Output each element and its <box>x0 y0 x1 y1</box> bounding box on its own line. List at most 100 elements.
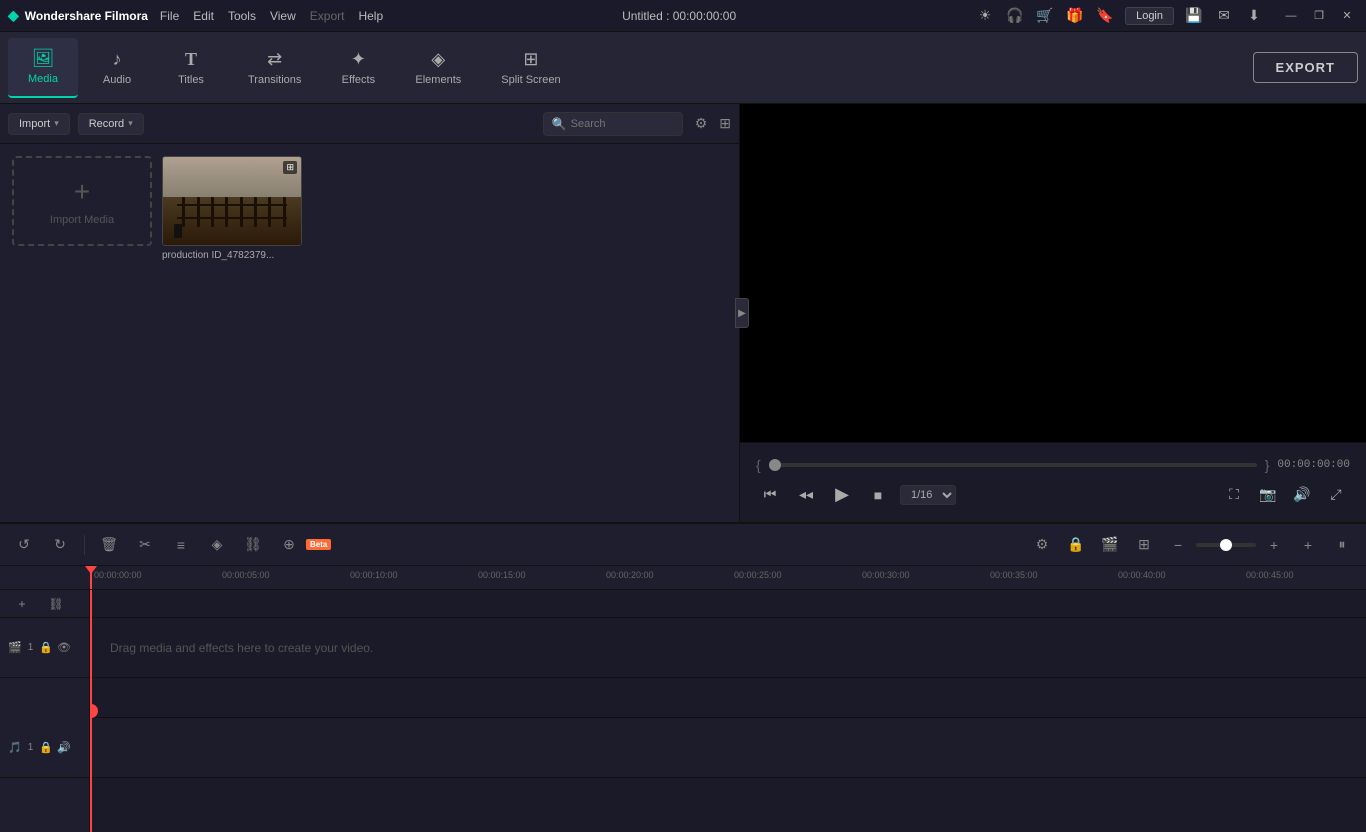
grid-view-icon[interactable]: ⊞ <box>719 115 731 132</box>
logo-icon: ◆ <box>8 7 19 24</box>
maximize-button[interactable]: ❐ <box>1308 5 1330 27</box>
timeline-pause-button[interactable]: ⏸ <box>1328 531 1356 559</box>
mail-icon[interactable]: ✉ <box>1214 7 1234 24</box>
bracket-left: { <box>756 457 761 473</box>
tab-transitions[interactable]: ⇄ Transitions <box>230 38 319 98</box>
menu-tools[interactable]: Tools <box>228 9 256 23</box>
timecode-display: 00:00:00:00 <box>1277 459 1350 471</box>
record-chevron-icon: ▾ <box>128 118 133 129</box>
media-thumbnail[interactable]: ⊞ <box>162 156 302 246</box>
minimize-button[interactable]: — <box>1280 5 1302 27</box>
headphone-icon[interactable]: 🎧 <box>1005 7 1025 24</box>
menu-file[interactable]: File <box>160 9 179 23</box>
cut-button[interactable]: ✂ <box>131 531 159 559</box>
delete-button[interactable]: 🗑 <box>95 531 123 559</box>
snapshot-button[interactable]: 📷 <box>1254 481 1282 509</box>
video-track-row[interactable]: Drag media and effects here to create yo… <box>90 618 1366 678</box>
drag-hint-text: Drag media and effects here to create yo… <box>110 641 373 655</box>
export-button[interactable]: EXPORT <box>1253 52 1358 83</box>
link-button[interactable]: ⛓ <box>42 590 70 618</box>
step-back-button[interactable]: ⏮ <box>756 481 784 509</box>
cart-icon[interactable]: 🛒 <box>1035 7 1055 24</box>
timeline-settings-button[interactable]: ⚙ <box>1028 531 1056 559</box>
audio-detach-button[interactable]: ≡ <box>167 531 195 559</box>
zoom-out-button[interactable]: − <box>1164 531 1192 559</box>
ruler-mark: 00:00:00:00 <box>94 570 222 589</box>
tab-audio[interactable]: ♪ Audio <box>82 38 152 98</box>
play-button[interactable]: ▶ <box>828 481 856 509</box>
titlebar-left: ◆ Wondershare Filmora File Edit Tools Vi… <box>8 7 383 24</box>
track-lock-icon[interactable]: 🔒 <box>39 641 53 654</box>
preview-buttons: ⏮ ◂◂ ▶ ■ 1/16 1/8 1/4 1/2 1 ⛶ 📷 🔊 <box>756 481 1350 509</box>
tab-split-screen[interactable]: ⊞ Split Screen <box>483 38 578 98</box>
audio-lock-icon[interactable]: 🔒 <box>39 741 53 754</box>
preview-scrubber[interactable] <box>769 463 1257 467</box>
import-media-placeholder[interactable]: + Import Media <box>12 156 152 246</box>
expand-button[interactable]: ⤢ <box>1322 481 1350 509</box>
media-grid: + Import Media <box>0 144 739 522</box>
search-icon: 🔍 <box>552 117 567 131</box>
frame-back-button[interactable]: ◂◂ <box>792 481 820 509</box>
timeline-track-button[interactable]: 🎬 <box>1096 531 1124 559</box>
sun-icon[interactable]: ☀ <box>975 7 995 24</box>
split-screen-icon: ⊞ <box>523 49 538 70</box>
track-eye-icon[interactable]: 👁 <box>57 641 71 654</box>
list-item[interactable]: ⊞ production ID_4782379... <box>162 156 302 261</box>
login-button[interactable]: Login <box>1125 7 1174 25</box>
add-mark-button[interactable]: ◈ <box>203 531 231 559</box>
video-track-number: 1 <box>28 642 34 653</box>
search-box[interactable]: 🔍 <box>543 112 683 136</box>
zoom-control: − + <box>1164 531 1288 559</box>
download-icon[interactable]: ⬇ <box>1244 7 1264 24</box>
timeline-snapshot-button[interactable]: ⊞ <box>1130 531 1158 559</box>
ruler-mark: 00:00:20:00 <box>606 570 734 589</box>
tab-effects[interactable]: ✦ Effects <box>323 38 393 98</box>
gift-icon[interactable]: 🎁 <box>1065 7 1085 24</box>
stop-button[interactable]: ■ <box>864 481 892 509</box>
add-link-button[interactable]: ⛓ <box>239 531 267 559</box>
menu-help[interactable]: Help <box>358 9 383 23</box>
tab-media-label: Media <box>28 73 58 85</box>
bracket-right: } <box>1265 457 1270 473</box>
speed-select[interactable]: 1/16 1/8 1/4 1/2 1 <box>900 485 956 505</box>
tab-elements[interactable]: ◈ Elements <box>397 38 479 98</box>
menu-view[interactable]: View <box>270 9 296 23</box>
tab-titles[interactable]: T Titles <box>156 38 226 98</box>
bookmark-icon[interactable]: 🔖 <box>1095 7 1115 24</box>
record-dropdown[interactable]: Record ▾ <box>78 113 144 135</box>
titles-icon: T <box>185 49 197 70</box>
add-track-button[interactable]: + <box>1294 531 1322 559</box>
close-button[interactable]: ✕ <box>1336 5 1358 27</box>
playback-controls: ⏮ ◂◂ ▶ ■ 1/16 1/8 1/4 1/2 1 <box>756 481 956 509</box>
zoom-in-button[interactable]: + <box>1260 531 1288 559</box>
zoom-slider[interactable] <box>1196 543 1256 547</box>
ruler-mark: 00:00:40:00 <box>1118 570 1246 589</box>
timeline-lock-button[interactable]: 🔒 <box>1062 531 1090 559</box>
panel-collapse-arrow[interactable]: ▶ <box>735 298 749 328</box>
track-label-icons: 🔒 👁 <box>39 641 71 654</box>
audio-volume-icon[interactable]: 🔊 <box>57 741 71 754</box>
add-media-button[interactable]: + <box>8 590 36 618</box>
beta-feature: ⊕ Beta <box>275 531 331 559</box>
undo-button[interactable]: ↺ <box>10 531 38 559</box>
search-input[interactable] <box>571 118 671 130</box>
fullscreen-button[interactable]: ⛶ <box>1220 481 1248 509</box>
window-controls: — ❐ ✕ <box>1280 5 1358 27</box>
save-icon[interactable]: 💾 <box>1184 7 1204 24</box>
audio-track-row[interactable] <box>90 718 1366 778</box>
redo-button[interactable]: ↻ <box>46 531 74 559</box>
preview-area <box>740 104 1366 442</box>
menu-export[interactable]: Export <box>310 9 345 23</box>
volume-button[interactable]: 🔊 <box>1288 481 1316 509</box>
tracks-area[interactable]: Drag media and effects here to create yo… <box>90 590 1366 832</box>
audio-track-label: 🎵 1 🔒 🔊 <box>0 718 89 778</box>
timeline-right-controls: ⚙ 🔒 🎬 ⊞ − + + ⏸ <box>1028 531 1356 559</box>
tab-effects-label: Effects <box>342 74 375 86</box>
tab-media[interactable]: 🖼 Media <box>8 38 78 98</box>
audio-track-number: 1 <box>28 742 34 753</box>
menu-edit[interactable]: Edit <box>193 9 214 23</box>
scrubber-thumb[interactable] <box>769 459 781 471</box>
beta-button[interactable]: ⊕ <box>275 531 303 559</box>
import-dropdown[interactable]: Import ▾ <box>8 113 70 135</box>
filter-icon[interactable]: ⚙ <box>695 115 708 132</box>
